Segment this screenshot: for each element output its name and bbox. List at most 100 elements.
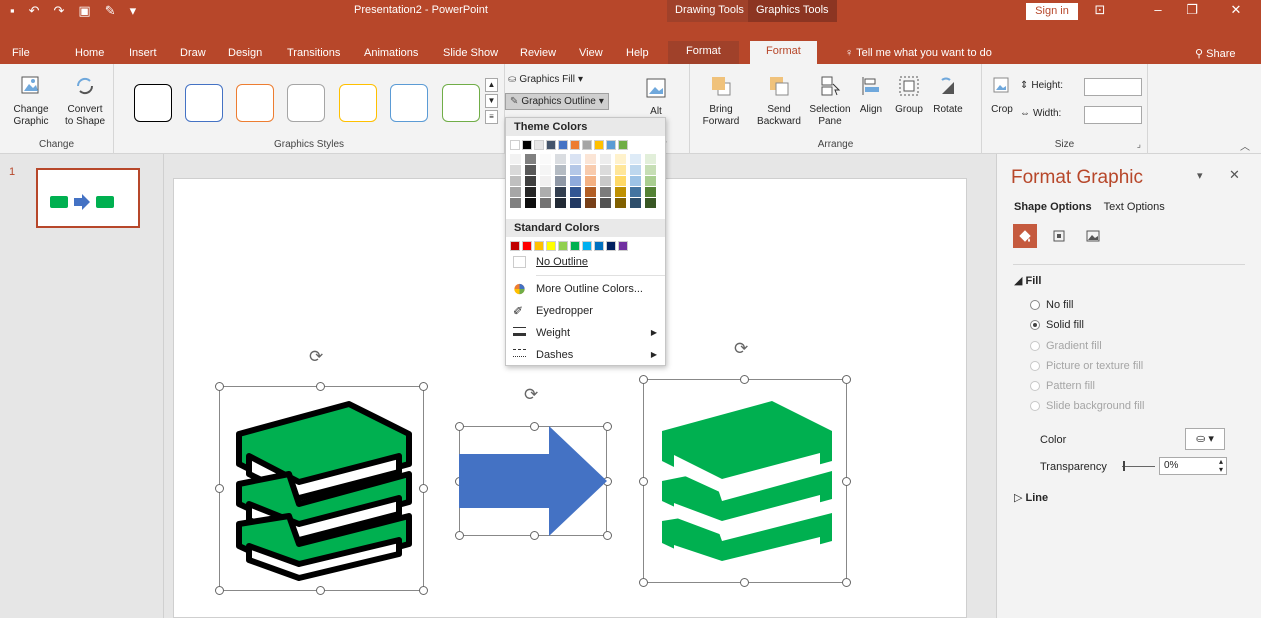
styles-more[interactable]: ≡ [485,110,498,124]
color-swatch[interactable] [510,241,520,251]
transparency-slider[interactable] [1122,466,1155,467]
color-swatch[interactable] [570,140,580,150]
ribbon-display-icon[interactable]: ⊡ [1090,2,1110,18]
selection-pane-button[interactable]: Selection Pane [808,74,852,128]
weight-option[interactable]: Weight ▶ [506,322,665,344]
style-swatch-gold[interactable] [339,84,377,122]
share-button[interactable]: ⚲ Share [1195,47,1235,60]
shade-swatch[interactable] [540,198,551,208]
close-icon[interactable]: ✕ [1226,2,1246,18]
shade-swatch[interactable] [630,165,641,175]
shade-swatch[interactable] [600,198,611,208]
shade-swatch[interactable] [615,176,626,186]
solid-fill-option[interactable]: Solid fill [1030,319,1084,331]
shade-swatch[interactable] [525,176,536,186]
shade-swatch[interactable] [630,187,641,197]
color-swatch[interactable] [570,241,580,251]
transparency-input[interactable]: 0% ▴ ▾ [1159,457,1227,475]
save-icon[interactable]: ▪ [10,3,15,19]
tab-shape-options[interactable]: Shape Options [1014,201,1092,213]
tab-review[interactable]: Review [520,47,556,59]
resize-handle[interactable] [842,375,851,384]
shade-swatch[interactable] [510,154,521,164]
pane-close-icon[interactable]: ✕ [1229,167,1240,183]
collapse-ribbon-icon[interactable]: ︿ [1240,138,1250,153]
shade-swatch[interactable] [555,154,566,164]
eyedropper-option[interactable]: ✐ Eyedropper [506,300,665,322]
tab-help[interactable]: Help [626,47,649,59]
shade-swatch[interactable] [630,154,641,164]
tab-text-options[interactable]: Text Options [1104,201,1165,213]
picture-icon[interactable] [1081,224,1105,248]
shade-swatch[interactable] [540,154,551,164]
shade-swatch[interactable] [645,154,656,164]
color-swatch[interactable] [546,241,556,251]
shade-swatch[interactable] [525,154,536,164]
color-swatch[interactable] [594,140,604,150]
styles-scroll-up[interactable]: ▲ [485,78,498,92]
shade-swatch[interactable] [600,154,611,164]
crop-button[interactable]: Crop [987,74,1017,116]
pane-options-icon[interactable]: ▾ [1197,169,1203,182]
color-swatch[interactable] [534,241,544,251]
tab-format-graphics[interactable]: Format [750,41,817,64]
group-button[interactable]: Group [892,74,926,116]
align-button[interactable]: Align [856,74,886,116]
color-swatch[interactable] [582,241,592,251]
shade-swatch[interactable] [510,165,521,175]
resize-handle[interactable] [842,477,851,486]
undo-icon[interactable]: ↶ [29,3,40,19]
color-swatch[interactable] [606,241,616,251]
shade-swatch[interactable] [585,165,596,175]
shade-swatch[interactable] [645,165,656,175]
style-swatch-black[interactable] [134,84,172,122]
tab-transitions[interactable]: Transitions [287,47,340,59]
shade-swatch[interactable] [615,187,626,197]
size-properties-icon[interactable] [1047,224,1071,248]
draw-icon[interactable]: ✎ [105,3,116,19]
customize-icon[interactable]: ▾ [130,3,137,19]
color-swatch[interactable] [606,140,616,150]
styles-scroll-down[interactable]: ▼ [485,94,498,108]
width-input[interactable] [1084,106,1142,124]
slide-thumbnail[interactable] [36,168,140,228]
shade-swatch[interactable] [600,176,611,186]
resize-handle[interactable] [740,375,749,384]
resize-handle[interactable] [215,382,224,391]
tab-file[interactable]: File [12,47,30,59]
shade-swatch[interactable] [540,176,551,186]
alt-text-button[interactable]: Alt [636,76,676,118]
transparency-slider-thumb[interactable] [1123,461,1125,471]
style-swatch-green[interactable] [442,84,480,122]
resize-handle[interactable] [639,578,648,587]
present-icon[interactable]: ▣ [78,3,90,19]
shade-swatch[interactable] [600,187,611,197]
shade-swatch[interactable] [645,198,656,208]
color-swatch[interactable] [558,241,568,251]
resize-handle[interactable] [419,586,428,595]
shade-swatch[interactable] [615,165,626,175]
resize-handle[interactable] [316,586,325,595]
shade-swatch[interactable] [570,187,581,197]
shade-swatch[interactable] [630,198,641,208]
books-icon-outlined[interactable] [229,394,419,584]
minimize-icon[interactable]: – [1148,2,1168,17]
color-swatch[interactable] [546,140,556,150]
color-swatch[interactable] [558,140,568,150]
send-backward-button[interactable]: Send Backward [752,74,806,128]
change-graphic-button[interactable]: Change Graphic [8,74,54,128]
color-swatch[interactable] [534,140,544,150]
tab-insert[interactable]: Insert [129,47,157,59]
redo-icon[interactable]: ↷ [54,3,65,19]
resize-handle[interactable] [215,586,224,595]
color-swatch[interactable] [522,140,532,150]
tell-me-search[interactable]: ♀ Tell me what you want to do [845,47,992,59]
shade-swatch[interactable] [600,165,611,175]
style-swatch-lightblue[interactable] [390,84,428,122]
tab-slide-show[interactable]: Slide Show [443,47,498,59]
shade-swatch[interactable] [615,154,626,164]
fill-color-picker[interactable]: ⛀ ▾ [1185,428,1225,450]
size-dialog-launcher[interactable]: ⌟ [1137,139,1141,150]
shade-swatch[interactable] [525,187,536,197]
color-swatch[interactable] [594,241,604,251]
